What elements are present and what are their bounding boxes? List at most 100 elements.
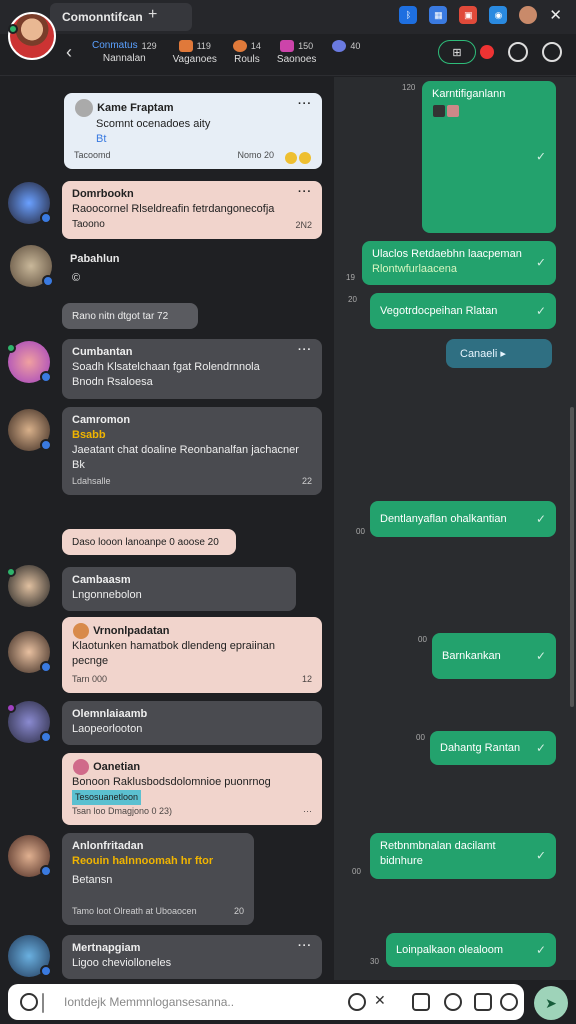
status-icon [40, 965, 52, 977]
send-button[interactable]: ➤ [534, 986, 568, 1020]
sticker-icon[interactable] [412, 993, 430, 1011]
message-time: 19 [346, 273, 355, 282]
image-icon[interactable] [474, 993, 492, 1011]
scrollbar[interactable] [570, 407, 574, 707]
nav-label-1: Vaganoes [172, 54, 217, 65]
outgoing-message[interactable]: Loinpalkaon olealoom [386, 933, 556, 967]
message-bubble[interactable]: Kame Fraptam ··· Scomnt ocenadoes aity B… [64, 93, 322, 169]
message-text: Loinpalkaon olealoom [396, 944, 504, 956]
message-bubble[interactable]: Domrbookn ··· Raoocornel Rlseldreafin fe… [62, 181, 322, 239]
reaction-icon [284, 150, 312, 165]
sender-name: Domrbookn [72, 188, 134, 200]
outgoing-message[interactable]: Dahantg Rantan [430, 731, 556, 765]
message-text: Canaeli [460, 348, 498, 360]
attachment-icon [432, 104, 546, 119]
back-icon[interactable]: ‹ [66, 42, 72, 63]
message-bubble[interactable]: Olemnlaiaamb Laopeorlooton [62, 701, 322, 745]
new-tab-button[interactable]: + [148, 6, 157, 24]
video-icon[interactable]: ◉ [489, 6, 508, 24]
close-icon[interactable]: ✕ [374, 992, 392, 1010]
nav-item-1[interactable]: 119 Vaganoes [173, 40, 217, 65]
grid-view-button[interactable]: ⊞ [438, 40, 476, 64]
status-icon [40, 731, 52, 743]
message-bubble[interactable]: Oanetian Bonoon Raklusbodsdolomnioe puon… [62, 753, 322, 825]
incoming-messages-pane[interactable]: Kame Fraptam ··· Scomnt ocenadoes aity B… [0, 77, 330, 980]
message-text: Soadh Klsatelchaan fgat Rolendrnnola [72, 361, 260, 373]
message-footer: Tacoomd [74, 150, 111, 160]
nav-label-3: Saonoes [276, 54, 317, 65]
message-bubble[interactable]: Camromon Bsabb Jaeatant chat doaline Reo… [62, 407, 322, 495]
outgoing-message[interactable]: Dentlanyaflan ohalkantian [370, 501, 556, 537]
more-icon[interactable]: ··· [298, 939, 312, 954]
cancel-chip[interactable]: Canaeli ▸ [446, 339, 552, 368]
message-bubble[interactable]: Mertnapgiam ··· Ligoo cheviolloneles [62, 935, 322, 979]
outgoing-messages-pane[interactable]: Karntifiganlann 120 Ulaclos Retdaebhn la… [334, 77, 576, 980]
message-bubble[interactable]: Vrnonlpadatan Klaotunken hamatbok dlende… [62, 617, 322, 693]
search-icon[interactable] [348, 993, 366, 1011]
apps-icon[interactable]: ▣ [459, 6, 478, 24]
avatar[interactable] [8, 835, 52, 877]
avatar[interactable] [8, 182, 52, 224]
avatar[interactable] [8, 631, 52, 673]
avatar[interactable] [6, 565, 50, 607]
avatar[interactable] [8, 409, 52, 451]
message-bubble[interactable]: Cambaasm Lngonnebolon [62, 567, 296, 611]
avatar[interactable] [10, 245, 54, 287]
message-text: Bt [96, 133, 107, 145]
bluetooth-icon[interactable]: ᛒ [399, 6, 418, 24]
avatar [73, 623, 89, 639]
message-text: Reouin halnnoomah hr ftor [72, 855, 214, 867]
avatar[interactable] [6, 341, 52, 383]
calendar-icon[interactable]: ▦ [429, 6, 448, 24]
message-input-container[interactable]: Iontdejk Memmnlogansesanna.. ✕ [8, 984, 524, 1020]
avatar[interactable] [6, 701, 52, 743]
tab-title: Comonntifcan [62, 10, 143, 24]
message-time: 20 [348, 295, 357, 304]
nav-item-4[interactable]: 40 [332, 40, 360, 65]
outgoing-message[interactable]: Karntifiganlann [422, 81, 556, 233]
nav-icon-4 [332, 40, 347, 52]
nav-icon-3 [280, 40, 295, 52]
close-icon[interactable]: ✕ [549, 6, 562, 24]
message-bubble[interactable]: Anlonfritadan Reouin halnnoomah hr ftor … [62, 833, 254, 925]
profile-icon[interactable] [519, 6, 538, 24]
avatar [75, 99, 93, 117]
attach-icon[interactable] [20, 993, 38, 1011]
settings-icon[interactable] [542, 42, 562, 62]
nav-item-0[interactable]: Conmatus 129 Nannalan [92, 40, 157, 65]
send-icon: ➤ [545, 994, 557, 1011]
nav-item-3[interactable]: 150 Saonoes [277, 40, 316, 65]
nav-badge-3: 150 [298, 41, 314, 51]
nav-item-2[interactable]: 14 Rouls [232, 40, 261, 65]
status-icon [40, 661, 52, 673]
message-footer: Tarn 000 [72, 674, 108, 684]
message-bubble[interactable]: Cumbantan ··· Soadh Klsatelchaan fgat Ro… [62, 339, 322, 399]
message-text: Laopeorlooton [72, 723, 143, 735]
more-icon[interactable]: ··· [298, 97, 312, 112]
message-text: Retbnmbnalan dacilamt [380, 840, 496, 852]
chat-app: Comonntifcan + ᛒ ▦ ▣ ◉ ✕ ‹ Conmatus 129 N… [0, 0, 576, 1024]
avatar[interactable] [8, 935, 52, 977]
chat-header: ‹ Conmatus 129 Nannalan 119 Vaganoes 14 R… [0, 34, 576, 76]
sender-name: Mertnapgiam [72, 942, 141, 954]
tab-active[interactable]: Comonntifcan [50, 3, 192, 31]
more-icon[interactable]: ··· [298, 185, 312, 200]
status-icon [40, 371, 52, 383]
window-topbar: Comonntifcan + ᛒ ▦ ▣ ◉ ✕ [0, 0, 576, 34]
message-text: Klaotunken hamatbok dlendeng epraiinan [72, 640, 276, 652]
message-time: 00 [418, 635, 427, 644]
outgoing-message[interactable]: Barnkankan [432, 633, 556, 679]
emoji-icon[interactable] [500, 993, 518, 1011]
more-icon[interactable]: ··· [298, 343, 312, 358]
message-time: 00 [416, 733, 425, 742]
gif-icon[interactable] [444, 993, 462, 1011]
outgoing-message[interactable]: Ulaclos Retdaebhn laacpeman Rlontwfurlaa… [362, 241, 556, 285]
refresh-icon[interactable] [508, 42, 528, 62]
outgoing-message[interactable]: Retbnmbnalan dacilamt bidnhure [370, 833, 556, 879]
outgoing-message[interactable]: Vegotrdocpeihan Rlatan [370, 293, 556, 329]
message-footer: Tamo loot Olreath at Uboaocen [72, 906, 197, 916]
message-input[interactable]: Iontdejk Memmnlogansesanna.. [64, 995, 234, 1009]
more-icon[interactable]: ··· [303, 804, 312, 819]
user-avatar[interactable] [8, 12, 56, 60]
nav-badge-2: 14 [250, 41, 261, 51]
